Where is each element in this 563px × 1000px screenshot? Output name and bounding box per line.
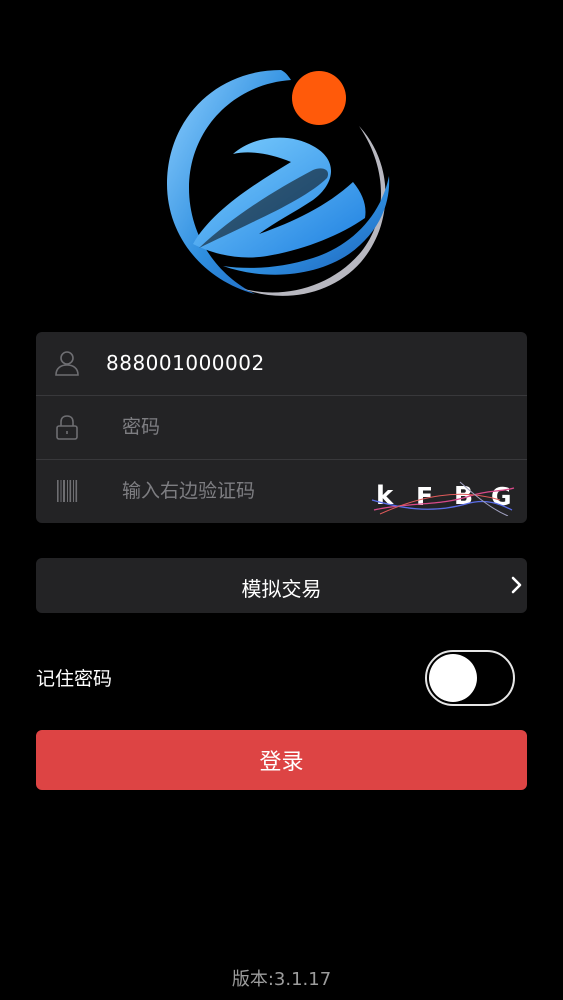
toggle-knob xyxy=(429,654,477,702)
captcha-input[interactable] xyxy=(122,472,362,510)
chevron-right-icon xyxy=(511,576,522,594)
captcha-char: F xyxy=(416,482,433,511)
captcha-image[interactable]: k F B G xyxy=(370,470,516,516)
barcode-icon xyxy=(57,480,78,502)
remember-password-toggle[interactable] xyxy=(425,650,515,706)
app-logo xyxy=(167,70,390,296)
version-label: 版本:3.1.17 xyxy=(231,969,332,990)
user-icon xyxy=(55,351,79,376)
trade-mode-selector[interactable]: 模拟交易 xyxy=(36,558,527,613)
captcha-char: G xyxy=(491,482,512,511)
login-form: 888001000002 k F B G xyxy=(36,332,527,523)
username-value[interactable]: 888001000002 xyxy=(106,351,265,375)
captcha-row[interactable]: k F B G xyxy=(36,460,527,523)
password-input[interactable] xyxy=(122,408,362,446)
login-button[interactable]: 登录 xyxy=(36,730,527,790)
username-row[interactable]: 888001000002 xyxy=(36,332,527,395)
remember-password-label: 记住密码 xyxy=(36,668,113,690)
lock-icon xyxy=(56,415,78,440)
trade-mode-label: 模拟交易 xyxy=(241,577,322,601)
password-row[interactable] xyxy=(36,396,527,459)
